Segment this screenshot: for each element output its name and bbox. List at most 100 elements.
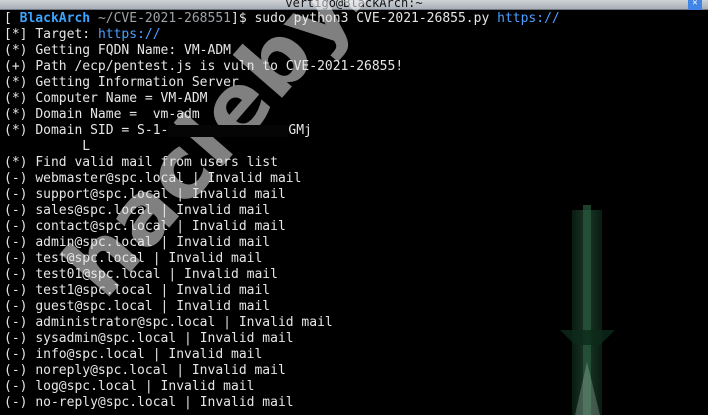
mail-address: administrator@spc.local [35,315,216,330]
mail-address: no-reply@spc.local [35,395,177,410]
output-line: (*) Getting Information Server [4,75,704,91]
mail-status: Invalid mail [176,235,271,250]
separator: | [160,203,169,218]
line-text: Getting FQDN Name: VM-ADM [35,43,231,58]
separator: | [160,235,169,250]
separator: | [176,363,185,378]
line-tag: [*] [4,27,28,42]
line-tag: (*) [4,155,28,170]
output-line: [*] Target: https:// [4,27,704,43]
mail-address: noreply@spc.local [35,363,169,378]
line-tag: (*) [4,123,28,138]
mail-result-line: (-) test1@spc.local | Invalid mail [4,283,704,299]
prompt-close-bracket: ]$ [231,11,247,26]
result-tag: (-) [4,283,28,298]
redaction-block [168,124,289,137]
target-url: https:// [97,27,161,42]
mail-status: Invalid mail [199,395,294,410]
mail-result-line: (-) sales@spc.local | Invalid mail [4,203,704,219]
result-tag: (-) [4,219,28,234]
output-line: (*) Computer Name = VM-ADM [4,91,704,107]
mail-address: guest@spc.local [35,299,153,314]
mail-status: Invalid mail [191,187,286,202]
result-tag: (-) [4,187,28,202]
terminal-window[interactable]: vertigo@BlackArch:~ ✕ hacleby.net [ Blac… [0,0,708,415]
mail-result-line: (-) support@spc.local | Invalid mail [4,187,704,203]
separator: | [191,171,200,186]
mail-address: webmaster@spc.local [35,171,185,186]
result-tag: (-) [4,235,28,250]
mail-status: Invalid mail [168,251,263,266]
result-tag: (-) [4,347,28,362]
mail-address: sysadmin@spc.local [35,331,177,346]
command-prompt-line: [ BlackArch ~/CVE-2021-268551]$ sudo pyt… [4,11,704,27]
output-line: (*) Getting FQDN Name: VM-ADM [4,43,704,59]
result-tag: (-) [4,251,28,266]
mail-address: log@spc.local [35,379,138,394]
mail-status: Invalid mail [176,283,271,298]
line-text: Getting Information Server [35,75,239,90]
mail-status: Invalid mail [191,363,286,378]
mail-address: info@spc.local [35,347,145,362]
mail-status: Invalid mail [160,379,255,394]
mail-status: Invalid mail [238,315,333,330]
mail-result-line: (-) webmaster@spc.local | Invalid mail [4,171,704,187]
prompt-open-bracket: [ [4,11,12,26]
mail-status: Invalid mail [191,219,286,234]
line-tag: (*) [4,107,28,122]
result-tag: (-) [4,203,28,218]
mail-result-line: (-) info@spc.local | Invalid mail [4,347,704,363]
mail-result-line: (-) no-reply@spc.local | Invalid mail [4,395,704,411]
prompt-command: sudo python3 CVE-2021-26855.py [254,11,490,26]
mail-address: test@spc.local [35,251,145,266]
mail-status: Invalid mail [176,299,271,314]
close-icon[interactable]: ✕ [688,0,702,10]
prompt-host: BlackArch [19,11,91,26]
separator: | [160,283,169,298]
output-line: L [4,139,704,155]
result-tag: (-) [4,171,28,186]
mail-address: contact@spc.local [35,219,169,234]
line-text: L [82,139,91,154]
mail-result-line: (-) sysadmin@spc.local | Invalid mail [4,331,704,347]
separator: | [184,331,192,346]
mail-address: test1@spc.local [35,283,153,298]
separator: | [168,267,177,282]
output-line: (+) Path /ecp/pentest.js is vuln to CVE-… [4,59,704,75]
result-tag: (-) [4,379,28,394]
mail-address: admin@spc.local [35,235,153,250]
mail-address: test01@spc.local [35,267,161,282]
line-text: Computer Name = VM-ADM [35,91,208,106]
mail-result-line: (-) test@spc.local | Invalid mail [4,251,704,267]
line-tag: (*) [4,75,28,90]
result-tag: (-) [4,315,28,330]
line-tag: (*) [4,43,28,58]
line-tag: (*) [4,91,28,106]
line-text: Find valid mail from users list [35,155,278,170]
mail-result-line: (-) administrator@spc.local | Invalid ma… [4,315,704,331]
terminal-output[interactable]: [ BlackArch ~/CVE-2021-268551]$ sudo pyt… [4,11,704,411]
line-text: Domain Name = vm-adm [35,107,200,122]
mail-status: Invalid mail [207,171,302,186]
separator: | [176,219,185,234]
result-tag: (-) [4,267,28,282]
separator: | [152,347,161,362]
mail-result-line: (-) contact@spc.local | Invalid mail [4,219,704,235]
output-line: (*) Domain SID = S-1- GMj [4,123,704,139]
mail-result-line: (-) log@spc.local | Invalid mail [4,379,704,395]
mail-result-line: (-) test01@spc.local | Invalid mail [4,267,704,283]
mail-result-line: (-) admin@spc.local | Invalid mail [4,235,704,251]
prompt-path: ~/CVE-2021-268551 [97,11,231,26]
mail-status: Invalid mail [168,347,263,362]
line-tail: GMj [288,123,312,138]
mail-result-line: (-) noreply@spc.local | Invalid mail [4,363,704,379]
result-tag: (-) [4,395,28,410]
mail-status: Invalid mail [176,203,271,218]
output-line: (*) Find valid mail from users list [4,155,704,171]
separator: | [152,251,161,266]
separator: | [176,187,185,202]
separator: | [160,299,169,314]
output-line: (*) Domain Name = vm-adm [4,107,704,123]
prompt-url: https:// [497,11,560,26]
separator: | [184,395,192,410]
